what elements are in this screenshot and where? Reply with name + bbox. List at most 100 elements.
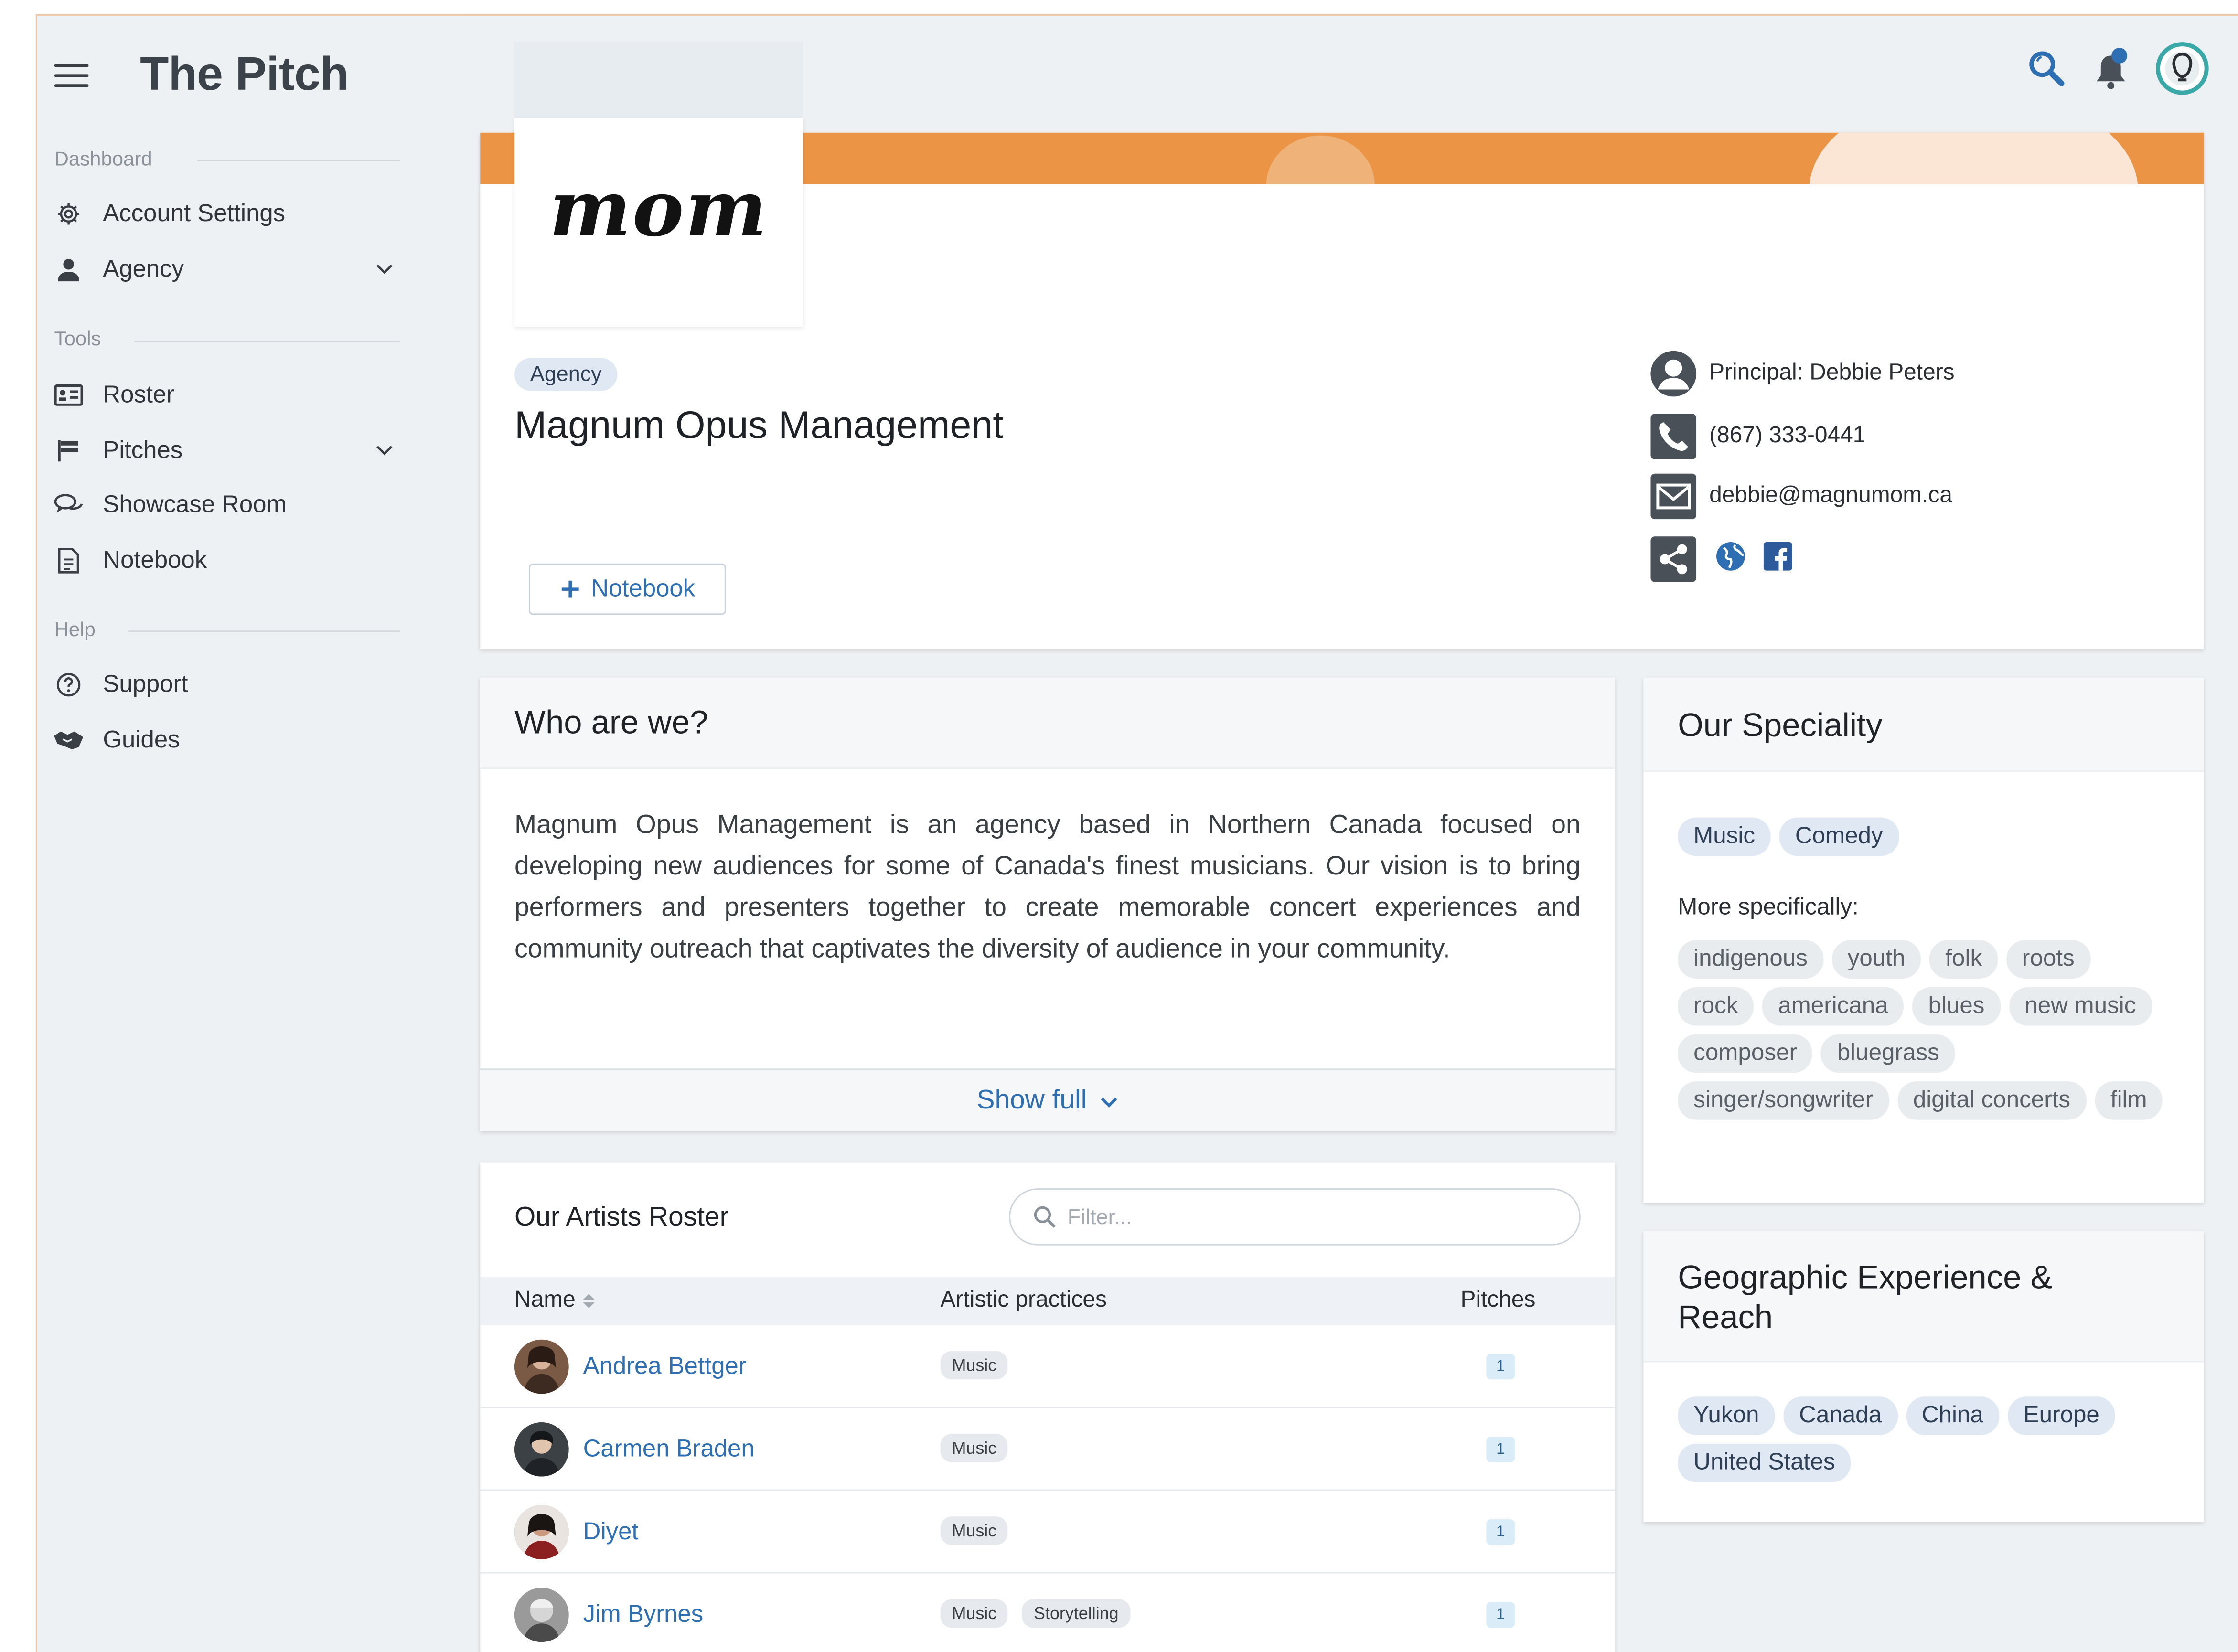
contact-social: [1649, 535, 1792, 584]
flag-icon: [53, 438, 85, 464]
table-row: Andrea Bettger Music 1: [480, 1325, 1615, 1408]
email-address[interactable]: debbie@magnumom.ca: [1709, 484, 1952, 510]
phone-number[interactable]: (867) 333-0441: [1709, 424, 1865, 449]
geo-title: Geographic Experience & Reach: [1678, 1258, 2053, 1335]
filter-input[interactable]: [1067, 1204, 1540, 1229]
phone-icon[interactable]: [1649, 412, 1698, 461]
section-label-dashboard: Dashboard: [54, 147, 152, 170]
question-icon: [53, 672, 85, 698]
artist-practices: Music: [940, 1351, 1008, 1380]
sidebar-item-label: Roster: [103, 381, 175, 408]
search-icon[interactable]: [2026, 49, 2067, 96]
sidebar-item-guides[interactable]: Guides: [37, 716, 438, 765]
agency-logo: mom: [514, 118, 803, 327]
artist-practices: Music: [940, 1516, 1008, 1545]
genre-tag: singer/songwriter: [1678, 1081, 1889, 1120]
gear-icon: [53, 201, 85, 227]
add-notebook-label: Notebook: [591, 575, 696, 602]
topbar-actions: [2026, 42, 2209, 103]
column-name-label: Name: [514, 1288, 576, 1313]
user-circle-icon: [1649, 350, 1698, 398]
sidebar-item-agency[interactable]: Agency: [37, 245, 438, 294]
specialty-title: Our Speciality: [1678, 706, 1883, 744]
genre-tag: composer: [1678, 1034, 1813, 1073]
genre-tag: folk: [1929, 940, 1998, 979]
add-notebook-button[interactable]: Notebook: [528, 563, 726, 615]
specialty-tag: Music: [1678, 817, 1771, 856]
roster-filter[interactable]: [1009, 1188, 1581, 1246]
contact-principal: Principal: Debbie Peters: [1649, 350, 1955, 398]
sidebar-item-label: Pitches: [103, 437, 183, 464]
artist-name-link[interactable]: Andrea Bettger: [583, 1353, 747, 1381]
type-badge: Agency: [514, 358, 618, 391]
profile-header-card: mom Agency Magnum Opus Management Notebo…: [480, 118, 2204, 650]
section-divider: [128, 630, 400, 632]
genre-tag: blues: [1912, 987, 2001, 1026]
about-card-header: Who are we?: [480, 677, 1615, 769]
about-card: Who are we? Magnum Opus Management is an…: [480, 677, 1615, 1131]
about-text: Magnum Opus Management is an agency base…: [514, 809, 1581, 963]
geo-tags: Yukon Canada China Europe United States: [1678, 1396, 2178, 1491]
bell-icon[interactable]: [2092, 47, 2130, 97]
principal-name: Principal: Debbie Peters: [1709, 361, 1955, 385]
sidebar-item-label: Guides: [103, 726, 180, 754]
hamburger-menu-icon[interactable]: [54, 64, 89, 87]
sidebar-item-label: Showcase Room: [103, 490, 287, 518]
sidebar-item-label: Agency: [103, 255, 184, 283]
about-title: Who are we?: [514, 703, 708, 741]
section-divider: [134, 341, 400, 342]
artist-name-link[interactable]: Diyet: [583, 1518, 639, 1546]
pitch-count-badge: 1: [1486, 1519, 1515, 1545]
sort-icon: [582, 1294, 594, 1309]
genre-tag: youth: [1831, 940, 1921, 979]
chevron-down-icon[interactable]: [375, 439, 395, 467]
practice-badge: Music: [940, 1516, 1008, 1545]
section-divider: [197, 160, 400, 161]
search-icon: [1034, 1206, 1056, 1228]
avatar-icon[interactable]: [2155, 42, 2209, 103]
chevron-down-icon: [1100, 1097, 1117, 1107]
sidebar-item-showcase-room[interactable]: Showcase Room: [37, 481, 438, 530]
artist-name-link[interactable]: Carmen Braden: [583, 1435, 755, 1464]
logo-text: mom: [549, 162, 769, 254]
artist-name-link[interactable]: Jim Byrnes: [583, 1600, 704, 1629]
artist-avatar: [514, 1588, 569, 1642]
sidebar-item-label: Support: [103, 670, 188, 698]
artist-practices: Music: [940, 1433, 1008, 1462]
table-row: Diyet Music 1: [480, 1491, 1615, 1574]
section-label-tools: Tools: [54, 327, 101, 350]
region-tag: China: [1906, 1396, 1999, 1435]
chevron-down-icon[interactable]: [375, 258, 395, 286]
id-card-icon: [53, 384, 85, 407]
practice-badge: Music: [940, 1433, 1008, 1462]
contact-phone: (867) 333-0441: [1649, 412, 1865, 461]
sidebar-item-roster[interactable]: Roster: [37, 371, 438, 420]
facebook-icon[interactable]: [1763, 541, 1792, 577]
pitch-count-badge: 1: [1486, 1602, 1515, 1628]
specialty-card-header: Our Speciality: [1643, 677, 2204, 772]
sidebar-item-account-settings[interactable]: Account Settings: [37, 190, 438, 238]
email-icon[interactable]: [1649, 472, 1698, 521]
share-icon[interactable]: [1649, 535, 1698, 584]
artist-avatar: [514, 1422, 569, 1477]
globe-icon[interactable]: [1715, 540, 1746, 579]
app-frame: The Pitch Dashboard Account Settings Age…: [35, 14, 2238, 1652]
app-title: The Pitch: [140, 47, 349, 100]
sidebar-item-support[interactable]: Support: [37, 661, 438, 709]
specialty-secondary-tags: indigenous youth folk rootsrock americana blu…: [1678, 940, 2178, 1128]
sidebar-item-label: Account Settings: [103, 200, 286, 227]
contact-email: debbie@magnumom.ca: [1649, 472, 1952, 521]
sidebar-item-pitches[interactable]: Pitches: [37, 426, 438, 475]
practice-badge: Storytelling: [1022, 1599, 1130, 1628]
sidebar-item-notebook[interactable]: Notebook: [37, 536, 438, 585]
sidebar: The Pitch Dashboard Account Settings Age…: [37, 15, 466, 1652]
specialty-tag: Comedy: [1779, 817, 1899, 856]
practice-badge: Music: [940, 1599, 1008, 1628]
geo-card: Geographic Experience & Reach Yukon Canad…: [1643, 1231, 2204, 1523]
roster-card: Our Artists Roster Name Artistic practic…: [480, 1162, 1615, 1652]
artist-practices: Music Storytelling: [940, 1599, 1130, 1628]
show-full-button[interactable]: Show full: [480, 1068, 1615, 1131]
column-header-name[interactable]: Name: [514, 1288, 596, 1314]
person-icon: [53, 257, 85, 283]
sidebar-item-label: Notebook: [103, 546, 207, 574]
